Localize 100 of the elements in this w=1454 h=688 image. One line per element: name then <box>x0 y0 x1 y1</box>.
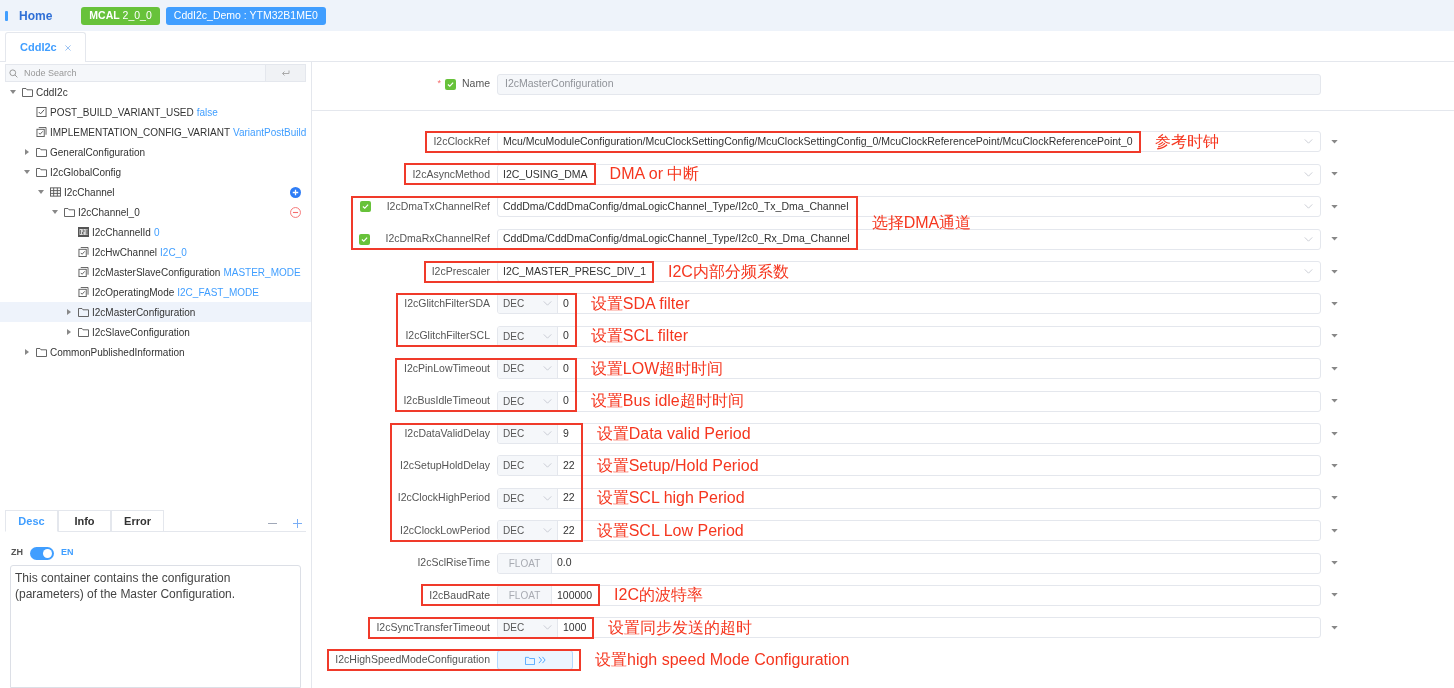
checkbox[interactable] <box>359 201 371 213</box>
field-label: I2cClockHighPeriod <box>397 490 490 506</box>
checkbox[interactable] <box>358 233 370 245</box>
dropdown-caret-icon[interactable] <box>1331 366 1338 371</box>
enum-icon <box>78 287 89 297</box>
open-container-button[interactable] <box>497 650 573 671</box>
dropdown-caret-icon[interactable] <box>1331 561 1338 566</box>
field-label: I2cDataValidDelay <box>404 425 490 441</box>
tree-value: 0 <box>153 225 160 240</box>
caret-right-icon[interactable] <box>24 349 30 355</box>
tree-item[interactable]: CddI2c <box>0 82 311 102</box>
panel-tab[interactable]: Error <box>111 510 164 532</box>
description-text: This container contains the configuration (parameters) of the Master Configuration. <box>15 570 237 602</box>
dropdown-caret-icon[interactable] <box>1331 172 1338 177</box>
language-switch[interactable] <box>30 546 54 560</box>
folder-icon <box>22 87 33 97</box>
caret-down-icon[interactable] <box>10 89 16 95</box>
tree-label: IMPLEMENTATION_CONFIG_VARIANT <box>50 125 231 140</box>
remove-icon[interactable] <box>290 206 301 218</box>
tree-item[interactable]: I2cSlaveConfiguration <box>0 322 311 342</box>
dropdown-caret-icon[interactable] <box>1331 431 1338 436</box>
tree-label: I2cSlaveConfiguration <box>92 325 190 340</box>
dropdown-caret-icon[interactable] <box>1331 593 1338 598</box>
tree-value: false <box>196 105 218 120</box>
tree-item[interactable]: POST_BUILD_VARIANT_USED false <box>0 102 311 122</box>
caret-down-icon[interactable] <box>24 169 30 175</box>
dropdown-caret-icon[interactable] <box>1331 399 1338 404</box>
tree-label: I2cMasterConfiguration <box>92 305 196 320</box>
tree-item[interactable]: I2cOperatingMode I2C_FAST_MODE <box>0 282 311 302</box>
tree-label: CddI2c <box>36 85 68 100</box>
chevron-down-icon <box>1304 139 1313 145</box>
dropdown-caret-icon[interactable] <box>1331 528 1338 533</box>
tree-value: I2C_FAST_MODE <box>177 285 259 300</box>
search-field[interactable]: Node Search <box>5 64 266 82</box>
field-label: I2cGlitchFilterSDA <box>404 296 490 312</box>
search-icon <box>9 68 18 78</box>
dropdown-caret-icon[interactable] <box>1331 301 1338 306</box>
field-label: I2cHighSpeedModeConfiguration <box>335 652 490 668</box>
tree-value: I2C_0 <box>160 245 187 260</box>
caret-right-icon[interactable] <box>66 329 72 335</box>
tree-value: VariantPostBuild <box>233 125 307 140</box>
tree-label: I2cChannel <box>64 185 115 200</box>
tree-item[interactable]: I2cChannel_0 <box>0 202 311 222</box>
annotation-note: 参考时钟 <box>1154 132 1219 152</box>
folder-icon <box>64 207 75 217</box>
folder-icon <box>36 147 47 157</box>
tree-item[interactable]: GeneralConfiguration <box>0 142 311 162</box>
field-label: I2cSetupHoldDelay <box>400 458 490 473</box>
tree-item[interactable]: I2cHwChannel I2C_0 <box>0 242 311 262</box>
field-label: I2cPinLowTimeout <box>404 360 490 376</box>
required-mark: * <box>437 77 441 91</box>
tree-label: I2cMasterSlaveConfiguration <box>92 265 221 280</box>
dropdown-caret-icon[interactable] <box>1331 237 1338 242</box>
field-label: I2cSclRiseTime <box>417 555 490 571</box>
tree-item[interactable]: I2cChannel <box>0 182 311 202</box>
plus-icon[interactable] <box>293 519 302 528</box>
tree-value: MASTER_MODE <box>223 265 301 280</box>
add-icon[interactable] <box>290 186 301 198</box>
tree-item[interactable]: IMPLEMENTATION_CONFIG_VARIANT VariantPostBuild <box>0 122 311 142</box>
tree-item[interactable]: I2cMasterSlaveConfiguration MASTER_MODE <box>0 262 311 282</box>
project-badge: MCAL 2_0_0 <box>81 6 160 25</box>
enter-icon <box>281 69 290 77</box>
tree-label: I2cChannel_0 <box>78 205 140 220</box>
close-icon[interactable] <box>64 44 71 51</box>
description-box[interactable]: This container contains the configuration (parameters) of the Master Configuration. <box>10 565 301 688</box>
tree-label: I2cHwChannel <box>92 245 158 260</box>
chevron-down-icon <box>1304 171 1313 177</box>
tree-label: POST_BUILD_VARIANT_USED <box>50 105 194 120</box>
tree-item[interactable]: I2cGlobalConfig <box>0 162 311 182</box>
chevron-down-icon <box>1304 269 1313 275</box>
dropdown-caret-icon[interactable] <box>1331 334 1338 339</box>
dropdown-caret-icon[interactable] <box>1331 496 1338 501</box>
field-label: I2cClockLowPeriod <box>400 522 490 538</box>
tree-item[interactable]: I2cChannelId 0 <box>0 222 311 242</box>
chevron-down-icon <box>1304 236 1313 242</box>
home-link[interactable]: Home <box>19 6 53 25</box>
field-label: I2cBusIdleTimeout <box>403 393 490 409</box>
dropdown-caret-icon[interactable] <box>1331 140 1338 144</box>
panel-tab[interactable]: Info <box>58 510 111 532</box>
tree-item[interactable]: CommonPublishedInformation <box>0 342 311 362</box>
caret-right-icon[interactable] <box>66 309 72 315</box>
field-label: Name <box>462 76 490 92</box>
tree-item[interactable]: I2cMasterConfiguration <box>0 302 311 322</box>
field-label: I2cBaudRate <box>429 587 490 603</box>
tree-label: I2cOperatingMode <box>92 285 175 300</box>
caret-down-icon[interactable] <box>38 189 44 195</box>
dropdown-caret-icon[interactable] <box>1331 269 1338 274</box>
dropdown-caret-icon[interactable] <box>1331 463 1338 468</box>
table-icon <box>50 187 61 197</box>
project-badge: CddI2c_Demo : YTM32B1ME0 <box>165 6 326 25</box>
checkbox[interactable] <box>445 78 456 90</box>
caret-right-icon[interactable] <box>24 149 30 155</box>
dropdown-caret-icon[interactable] <box>1331 625 1338 630</box>
tree-label: I2cGlobalConfig <box>50 165 122 180</box>
caret-down-icon[interactable] <box>52 209 58 215</box>
field-label: I2cGlitchFilterSCL <box>405 328 490 344</box>
field-label: I2cClockRef <box>433 134 490 150</box>
enum-icon <box>36 127 47 137</box>
dropdown-caret-icon[interactable] <box>1331 204 1338 209</box>
field-label: I2cPrescaler <box>431 263 490 279</box>
